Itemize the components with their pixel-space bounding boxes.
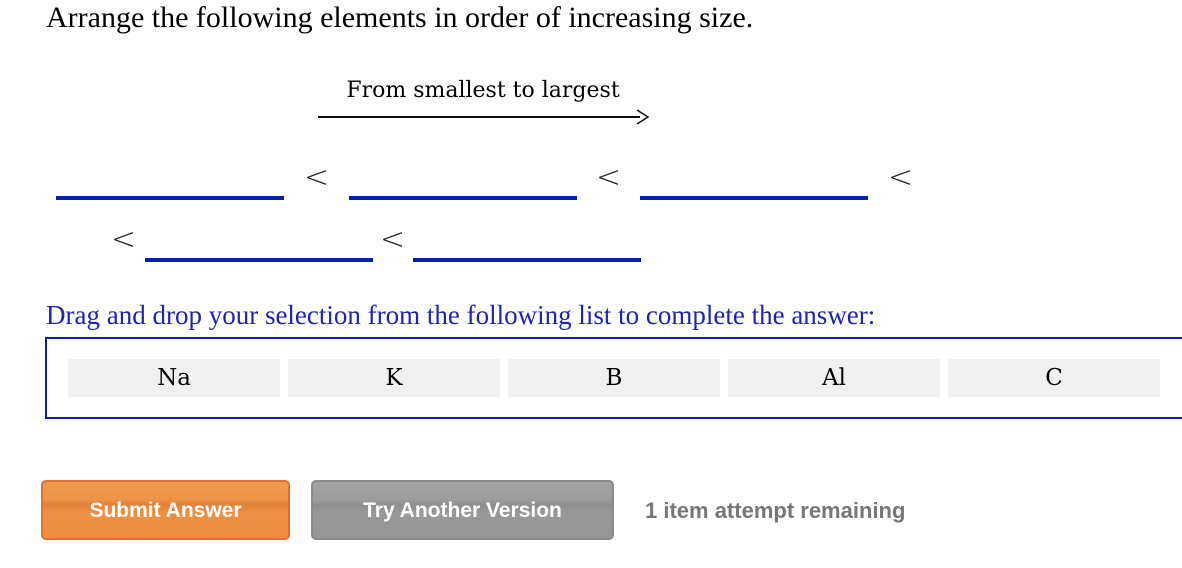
less-than-symbol: <: [888, 160, 914, 195]
submit-answer-button[interactable]: Submit Answer: [41, 480, 290, 540]
less-than-symbol: <: [596, 160, 622, 195]
drag-drop-instruction: Drag and drop your selection from the fo…: [46, 300, 876, 330]
attempts-remaining-text: 1 item attempt remaining: [645, 498, 906, 523]
less-than-symbol: <: [380, 222, 406, 257]
drag-item-k[interactable]: K: [288, 359, 500, 397]
question-prompt: Arrange the following elements in order …: [46, 1, 754, 34]
try-another-version-button[interactable]: Try Another Version: [311, 480, 614, 540]
direction-label: From smallest to largest: [346, 78, 620, 103]
answer-blank-5[interactable]: [413, 258, 641, 262]
answer-blank-4[interactable]: [145, 258, 373, 262]
drag-item-na[interactable]: Na: [68, 359, 280, 397]
arrow-right-icon: [636, 109, 650, 125]
less-than-symbol: <: [304, 160, 330, 195]
answer-blank-1[interactable]: [56, 196, 284, 200]
answer-blank-2[interactable]: [349, 196, 577, 200]
direction-arrow-line: [318, 116, 640, 118]
less-than-symbol: <: [111, 222, 137, 257]
drag-item-al[interactable]: Al: [728, 359, 940, 397]
drag-item-c[interactable]: C: [948, 359, 1160, 397]
drag-item-b[interactable]: B: [508, 359, 720, 397]
answer-blank-3[interactable]: [640, 196, 868, 200]
